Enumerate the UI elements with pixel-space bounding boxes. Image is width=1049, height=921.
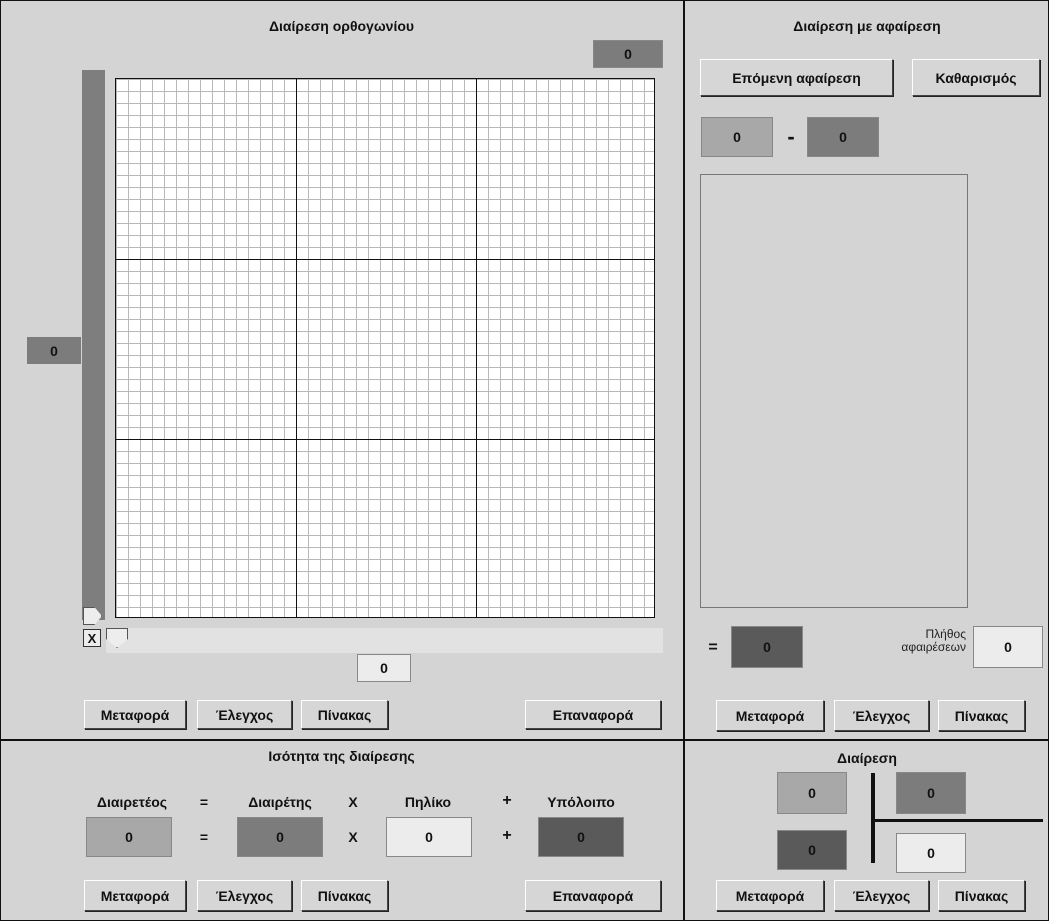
- subtract-transfer-button[interactable]: Μεταφορά: [716, 700, 824, 731]
- rect-table-button[interactable]: Πίνακας: [301, 700, 388, 729]
- header-plus: +: [502, 792, 512, 809]
- count-label: Πλήθος αφαιρέσεων: [848, 628, 966, 654]
- header-times: X: [348, 794, 358, 810]
- rect-bottom-value: 0: [357, 654, 411, 682]
- equals-sign-2: =: [199, 829, 209, 845]
- rect-left-value: 0: [27, 337, 81, 364]
- division-check-button[interactable]: Έλεγχος: [834, 880, 929, 911]
- rect-panel-title: Διαίρεση ορθογωνίου: [268, 18, 415, 34]
- equals-sign: =: [708, 639, 718, 656]
- division-divisor-value: 0: [896, 772, 966, 814]
- division-panel-title: Διαίρεση: [837, 750, 897, 766]
- division-transfer-button[interactable]: Μεταφορά: [716, 880, 824, 911]
- rect-transfer-button[interactable]: Μεταφορά: [84, 700, 186, 729]
- vertical-slider-track[interactable]: [82, 70, 105, 620]
- times-sign: X: [348, 829, 358, 845]
- subtract-panel-title: Διαίρεση με αφαίρεση: [793, 18, 941, 34]
- subtract-right-value: 0: [807, 117, 879, 157]
- quotient-value: 0: [386, 817, 472, 857]
- division-table-button[interactable]: Πίνακας: [938, 880, 1025, 911]
- division-quotient-value: 0: [896, 833, 966, 873]
- equality-check-button[interactable]: Έλεγχος: [197, 880, 292, 911]
- equality-table-button[interactable]: Πίνακας: [301, 880, 388, 911]
- header-dividend: Διαιρετέος: [96, 794, 168, 810]
- subtraction-count-value: 0: [973, 626, 1043, 668]
- subtract-table-button[interactable]: Πίνακας: [938, 700, 1025, 731]
- header-quotient: Πηλίκο: [404, 794, 452, 810]
- rect-check-button[interactable]: Έλεγχος: [197, 700, 292, 729]
- header-equals: =: [199, 794, 209, 810]
- subtraction-list-area[interactable]: [700, 174, 968, 608]
- minus-sign: -: [787, 124, 795, 149]
- next-subtraction-button[interactable]: Επόμενη αφαίρεση: [700, 59, 893, 96]
- divisor-value: 0: [237, 817, 323, 857]
- subtract-check-button[interactable]: Έλεγχος: [834, 700, 929, 731]
- equality-panel-title: Ισότητα της διαίρεσης: [268, 748, 415, 764]
- remainder-value: 0: [538, 817, 624, 857]
- clear-button[interactable]: Καθαρισμός: [912, 59, 1040, 96]
- division-vertical-bar: [871, 773, 875, 863]
- grid-canvas[interactable]: [115, 78, 655, 618]
- x-label: X: [83, 629, 101, 647]
- equality-reset-button[interactable]: Επαναφορά: [525, 880, 661, 911]
- rect-reset-button[interactable]: Επαναφορά: [525, 700, 661, 729]
- horizontal-slider-track[interactable]: [106, 628, 663, 653]
- subtract-left-value: 0: [701, 117, 773, 157]
- dividend-value: 0: [86, 817, 172, 857]
- header-remainder: Υπόλοιπο: [547, 794, 615, 810]
- subtract-result-value: 0: [731, 626, 803, 668]
- header-divisor: Διαιρέτης: [248, 794, 312, 810]
- division-remainder-value: 0: [777, 830, 847, 870]
- division-dividend-value: 0: [777, 772, 847, 814]
- count-label-line2: αφαιρέσεων: [901, 640, 966, 654]
- equality-transfer-button[interactable]: Μεταφορά: [84, 880, 186, 911]
- plus-sign: +: [502, 827, 512, 844]
- rect-top-value: 0: [593, 40, 663, 68]
- division-horizontal-bar: [871, 819, 1043, 822]
